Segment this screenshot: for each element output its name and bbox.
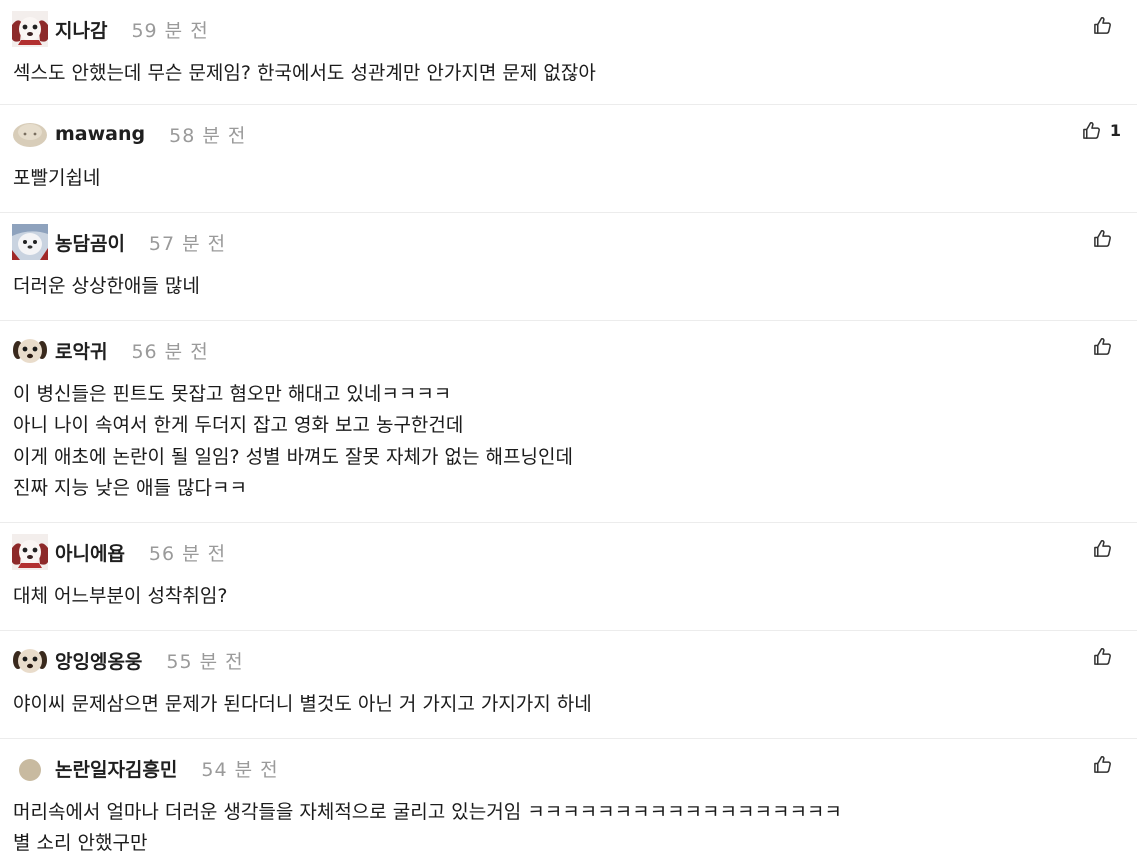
like-button[interactable] [1093, 227, 1121, 249]
comment-body: 머리속에서 얼마나 더러운 생각들을 자체적으로 굴리고 있는거임 ㅋㅋㅋㅋㅋㅋ… [13, 797, 842, 860]
comment-item: 지나감 59 분 전 섹스도 안했는데 무슨 문제임? 한국에서도 성관계만 안… [0, 0, 1137, 105]
comment-item: 농담곰이 57 분 전 더러운 상상한애들 많네 [0, 213, 1137, 321]
comment-line: 포빨기쉽네 [13, 167, 101, 189]
comment-line: 진짜 지능 낮은 애들 많다ㅋㅋ [13, 476, 247, 499]
like-button[interactable] [1093, 14, 1121, 36]
thumbs-up-icon [1094, 229, 1111, 247]
comment-line: 대체 어느부분이 성착취임? [13, 585, 228, 607]
comment-line: 이게 애초에 논란이 될 일임? 성별 바껴도 잘못 자체가 없는 해프닝인데 [13, 445, 573, 468]
like-count: 1 [1109, 120, 1121, 140]
comment-body: 섹스도 안했는데 무슨 문제임? 한국에서도 성관계만 안가지면 문제 없잖아 [13, 58, 596, 89]
avatar-dog-icon[interactable] [12, 11, 48, 47]
thumbs-up-icon [1094, 647, 1111, 665]
comment-author[interactable]: 지나감 [55, 16, 107, 43]
comment-time: 55 분 전 [166, 650, 244, 673]
comment-time: 54 분 전 [201, 758, 279, 781]
comment-author[interactable]: 농담곰이 [55, 229, 125, 256]
like-button[interactable] [1093, 753, 1121, 775]
thumbs-up-icon [1082, 121, 1100, 139]
comment-time: 58 분 전 [169, 124, 247, 147]
comment-author[interactable]: 논란일자김흥민 [55, 755, 177, 782]
comment-author[interactable]: 앙잉엥옹웅 [55, 647, 142, 674]
comment-line: 야이씨 문제삼으면 문제가 된다더니 별것도 아닌 거 가지고 가지가지 하네 [13, 693, 592, 715]
avatar-blob-icon[interactable] [12, 116, 48, 152]
comment-body: 대체 어느부분이 성착취임? [13, 581, 227, 612]
like-button[interactable] [1093, 537, 1121, 559]
comment-item: 논란일자김흥민 54 분 전 머리속에서 얼마나 더러운 생각들을 자체적으로 … [0, 739, 1137, 860]
comment-time: 59 분 전 [131, 19, 209, 42]
comment-author[interactable]: 아니에욥 [55, 539, 125, 566]
comment-body: 더러운 상상한애들 많네 [13, 271, 200, 302]
comment-item: 아니에욥 56 분 전 대체 어느부분이 성착취임? [0, 523, 1137, 631]
comment-time: 57 분 전 [148, 232, 227, 255]
comment-body: 야이씨 문제삼으면 문제가 된다더니 별것도 아닌 거 가지고 가지가지 하네 [13, 689, 592, 720]
avatar-dog-face-icon[interactable] [12, 642, 48, 678]
thumbs-up-icon [1094, 539, 1111, 557]
comment-time: 56 분 전 [148, 542, 227, 565]
comment-author[interactable]: mawang [55, 123, 145, 145]
comment-item: 앙잉엥옹웅 55 분 전 야이씨 문제삼으면 문제가 된다더니 별것도 아닌 거… [0, 631, 1137, 739]
avatar-dog-face-icon[interactable] [12, 332, 48, 368]
comment-line: 별 소리 안했구만 [13, 832, 148, 855]
avatar-dog-icon[interactable] [12, 534, 48, 570]
avatar-bear-icon[interactable] [12, 224, 48, 260]
comment-author[interactable]: 로악귀 [55, 337, 107, 364]
comment-body: 포빨기쉽네 [13, 163, 100, 194]
comment-line: 더러운 상상한애들 많네 [13, 275, 200, 297]
comment-line: 섹스도 안했는데 무슨 문제임? 한국에서도 성관계만 안가지면 문제 없잖아 [13, 62, 596, 84]
like-button[interactable] [1093, 645, 1121, 667]
comment-body: 이 병신들은 핀트도 못잡고 혐오만 해대고 있네ㅋㅋㅋㅋ 아니 나이 속여서 … [13, 379, 573, 504]
comment-item: 로악귀 56 분 전 이 병신들은 핀트도 못잡고 혐오만 해대고 있네ㅋㅋㅋㅋ… [0, 321, 1137, 523]
comment-line: 머리속에서 얼마나 더러운 생각들을 자체적으로 굴리고 있는거임 ㅋㅋㅋㅋㅋㅋ… [13, 801, 842, 823]
like-button[interactable]: 1 [1082, 119, 1121, 141]
comment-line: 이 병신들은 핀트도 못잡고 혐오만 해대고 있네ㅋㅋㅋㅋ [13, 383, 452, 405]
comment-line: 아니 나이 속여서 한게 두더지 잡고 영화 보고 농구한건데 [13, 414, 464, 437]
thumbs-up-icon [1094, 337, 1111, 355]
thumbs-up-icon [1094, 16, 1111, 34]
thumbs-up-icon [1094, 755, 1111, 773]
comment-item: mawang 58 분 전 1 포빨기쉽네 [0, 105, 1137, 213]
avatar-default-icon[interactable] [12, 750, 48, 786]
comment-time: 56 분 전 [131, 340, 209, 363]
like-button[interactable] [1093, 335, 1121, 357]
